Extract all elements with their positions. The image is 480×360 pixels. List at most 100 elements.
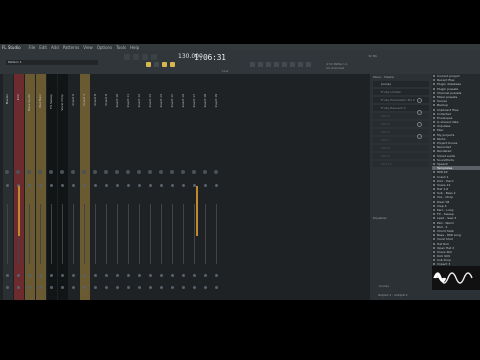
stereo-knob[interactable] [72,184,75,187]
play-button[interactable] [133,54,139,60]
mixer-strip[interactable]: Insert 9 [102,74,112,300]
volume-fader[interactable] [29,204,30,264]
stereo-knob[interactable] [28,184,31,187]
send-knob[interactable] [182,286,185,289]
stereo-knob[interactable] [105,184,108,187]
route-indicator[interactable] [28,274,31,277]
stereo-knob[interactable] [204,184,207,187]
pan-knob[interactable] [148,170,152,174]
record-button[interactable] [151,54,157,60]
mixer-strip[interactable]: Insert 17 [190,74,200,300]
route-indicator[interactable] [160,274,163,277]
mixer-strip[interactable]: Vocal Chop [58,74,68,300]
effect-slot-8[interactable]: Slot 8 [373,145,429,151]
route-indicator[interactable] [17,274,20,277]
mixer-strip[interactable]: Insert 15 [168,74,178,300]
route-indicator[interactable] [39,274,42,277]
route-indicator[interactable] [94,274,97,277]
pan-knob[interactable] [214,170,218,174]
pan-knob[interactable] [49,170,53,174]
mixer-strip[interactable]: Pad Main [36,74,46,300]
volume-fader[interactable] [183,204,184,264]
pan-knob[interactable] [192,170,196,174]
pan-knob[interactable] [104,170,108,174]
pan-knob[interactable] [27,170,31,174]
mixer-strip[interactable]: Insert 19 [212,74,222,300]
volume-fader[interactable] [51,204,52,264]
effects-preset[interactable]: (none) [373,81,429,87]
mixer-icon[interactable] [274,62,279,67]
effect-slot-9[interactable]: Slot 9 [373,153,429,159]
route-indicator[interactable] [138,274,141,277]
volume-fader[interactable] [161,204,162,264]
route-indicator[interactable] [50,274,53,277]
pan-knob[interactable] [126,170,130,174]
send-knob[interactable] [61,286,64,289]
volume-fader[interactable] [117,204,118,264]
stereo-knob[interactable] [50,184,53,187]
stereo-knob[interactable] [116,184,119,187]
menu-view[interactable]: View [83,45,93,50]
slot-3-mix-knob[interactable] [417,122,422,127]
route-indicator[interactable] [149,274,152,277]
route-indicator[interactable] [72,274,75,277]
mixer-strip[interactable]: Insert 16 [179,74,189,300]
send-knob[interactable] [204,286,207,289]
route-indicator[interactable] [61,274,64,277]
stereo-knob[interactable] [94,184,97,187]
volume-fader[interactable] [73,204,74,264]
send-knob[interactable] [171,286,174,289]
loop-record-icon[interactable] [170,62,175,67]
pan-knob[interactable] [5,170,9,174]
pan-knob[interactable] [170,170,174,174]
input-label[interactable]: (none) [379,284,389,288]
route-indicator[interactable] [193,274,196,277]
pan-knob[interactable] [159,170,163,174]
send-knob[interactable] [149,286,152,289]
volume-fader[interactable] [139,204,140,264]
mixer-strip[interactable]: Insert 7 [80,74,90,300]
mixer-strip[interactable]: Bass Synth [25,74,35,300]
route-indicator[interactable] [83,274,86,277]
project-info-icon[interactable] [306,62,311,67]
menu-file[interactable]: File [29,45,36,50]
mixer-strip[interactable]: Insert 6 [69,74,79,300]
snap-selector[interactable]: Line [222,69,228,73]
stereo-knob[interactable] [171,184,174,187]
route-indicator[interactable] [127,274,130,277]
stereo-knob[interactable] [61,184,64,187]
stop-button[interactable] [142,54,148,60]
send-knob[interactable] [50,286,53,289]
touch-keyboard-icon[interactable] [298,62,303,67]
send-knob[interactable] [160,286,163,289]
pan-knob[interactable] [115,170,119,174]
mixer-strip[interactable]: Insert 10 [113,74,123,300]
menu-edit[interactable]: Edit [39,45,47,50]
slot-2-mix-knob[interactable] [417,110,422,115]
route-indicator[interactable] [116,274,119,277]
volume-fader[interactable] [172,204,173,264]
pan-knob[interactable] [203,170,207,174]
route-indicator[interactable] [6,274,9,277]
send-knob[interactable] [138,286,141,289]
pattern-selector[interactable]: Pattern 1 [6,60,98,65]
volume-fader[interactable] [7,204,8,264]
stereo-knob[interactable] [127,184,130,187]
pan-knob[interactable] [93,170,97,174]
mixer-strip[interactable]: Insert 18 [201,74,211,300]
send-knob[interactable] [193,286,196,289]
volume-fader[interactable] [84,204,85,264]
send-knob[interactable] [94,286,97,289]
browser-icon[interactable] [282,62,287,67]
volume-fader[interactable] [106,204,107,264]
stereo-knob[interactable] [138,184,141,187]
wait-input-icon[interactable] [154,62,159,67]
menu-patterns[interactable]: Patterns [63,45,79,50]
menu-tools[interactable]: Tools [116,45,126,50]
volume-fader[interactable] [194,204,195,264]
volume-fader[interactable] [128,204,129,264]
stereo-knob[interactable] [182,184,185,187]
stereo-knob[interactable] [160,184,163,187]
send-knob[interactable] [28,286,31,289]
playlist-icon[interactable] [250,62,255,67]
